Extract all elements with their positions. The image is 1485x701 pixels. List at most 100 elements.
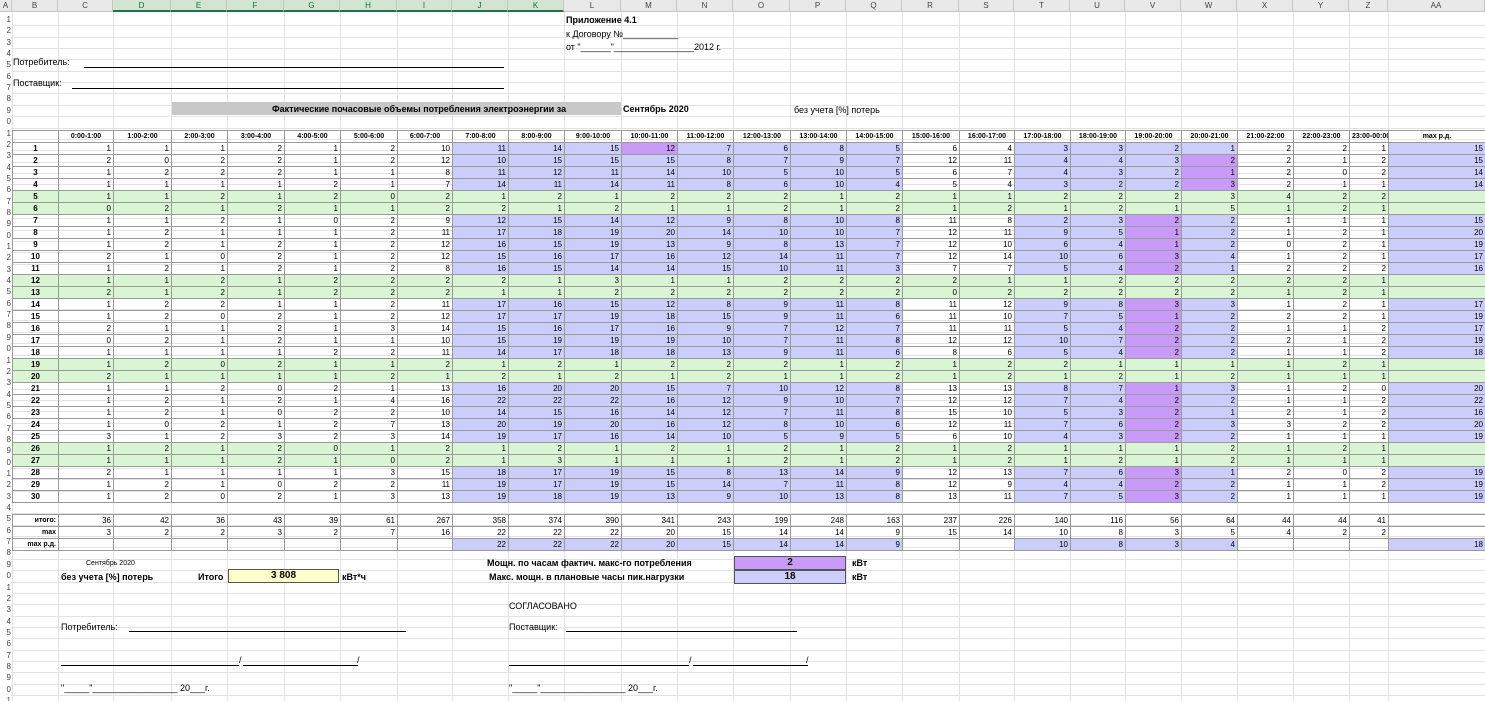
row-header[interactable]: 0 <box>0 684 11 696</box>
hour-value[interactable]: 1 <box>677 274 734 287</box>
hour-value[interactable]: 16 <box>621 394 678 407</box>
hour-value[interactable]: 19 <box>452 490 509 503</box>
hour-value[interactable]: 15 <box>677 310 734 323</box>
hour-value[interactable]: 0 <box>171 310 228 323</box>
hour-value[interactable]: 17 <box>564 322 622 335</box>
hour-value[interactable]: 16 <box>621 418 678 431</box>
hour-value[interactable]: 2 <box>171 418 228 431</box>
hour-value[interactable]: 3 <box>1237 418 1294 431</box>
column-header-Q[interactable]: Q <box>846 0 902 12</box>
hour-value[interactable]: 2 <box>340 214 398 227</box>
hour-value[interactable]: 12 <box>677 406 734 419</box>
hour-value[interactable]: 11 <box>902 214 960 227</box>
hour-value[interactable]: 1 <box>171 406 228 419</box>
hour-value[interactable]: 6 <box>959 346 1015 359</box>
hour-value[interactable]: 2 <box>1125 418 1182 431</box>
hour-value[interactable]: 0 <box>113 418 172 431</box>
hour-value[interactable]: 0 <box>284 214 341 227</box>
hour-value[interactable]: 1 <box>621 370 678 383</box>
hour-value[interactable]: 2 <box>113 394 172 407</box>
hour-value[interactable]: 2 <box>227 310 285 323</box>
hour-value[interactable]: 1 <box>340 442 398 455</box>
hour-value[interactable]: 20 <box>508 382 565 395</box>
hour-value[interactable]: 7 <box>1014 418 1071 431</box>
hour-value[interactable]: 19 <box>621 334 678 347</box>
hour-value[interactable]: 4 <box>1070 238 1126 251</box>
hour-value[interactable]: 1 <box>113 382 172 395</box>
hour-value[interactable]: 18 <box>621 346 678 359</box>
hour-value[interactable]: 1 <box>284 298 341 311</box>
hour-value[interactable]: 9 <box>790 154 847 167</box>
hour-value[interactable]: 3 <box>564 274 622 287</box>
hour-value[interactable]: 11 <box>790 310 847 323</box>
row-header[interactable]: 4 <box>0 275 11 287</box>
hour-value[interactable]: 2 <box>452 202 509 215</box>
hour-value[interactable]: 2 <box>1181 310 1238 323</box>
hour-value[interactable]: 1 <box>508 202 565 215</box>
hour-value[interactable]: 4 <box>1014 166 1071 179</box>
hour-value[interactable]: 2 <box>1070 190 1126 203</box>
column-header-E[interactable]: E <box>171 0 227 12</box>
hour-value[interactable]: 0 <box>227 382 285 395</box>
hour-value[interactable]: 10 <box>733 226 791 239</box>
hour-value[interactable]: 1 <box>340 382 398 395</box>
hour-value[interactable]: 10 <box>397 406 453 419</box>
hour-value[interactable]: 8 <box>1070 298 1126 311</box>
hour-value[interactable]: 20 <box>621 226 678 239</box>
hour-value[interactable]: 12 <box>959 394 1015 407</box>
hour-value[interactable]: 2 <box>1349 166 1389 179</box>
hour-value[interactable]: 1 <box>58 310 114 323</box>
hour-value[interactable]: 2 <box>227 142 285 155</box>
column-header-J[interactable]: J <box>452 0 508 12</box>
hour-value[interactable]: 1 <box>284 262 341 275</box>
hour-value[interactable]: 1 <box>58 454 114 467</box>
hour-value[interactable]: 1 <box>1349 370 1389 383</box>
hour-value[interactable]: 12 <box>677 250 734 263</box>
hour-value[interactable]: 15 <box>508 214 565 227</box>
hour-value[interactable]: 0 <box>227 478 285 491</box>
hour-value[interactable]: 18 <box>452 466 509 479</box>
row-header[interactable]: 5 <box>0 400 11 412</box>
row-header[interactable]: 3 <box>0 264 11 276</box>
hour-value[interactable]: 2 <box>1293 418 1350 431</box>
hour-value[interactable]: 1 <box>902 442 960 455</box>
hour-value[interactable]: 1 <box>227 178 285 191</box>
hour-value[interactable]: 4 <box>846 178 903 191</box>
hour-value[interactable]: 1 <box>171 334 228 347</box>
hour-value[interactable]: 2 <box>1349 190 1389 203</box>
hour-value[interactable]: 19 <box>452 430 509 443</box>
hour-value[interactable]: 3 <box>1125 298 1182 311</box>
hour-value[interactable]: 2 <box>1293 382 1350 395</box>
hour-value[interactable]: 3 <box>1181 298 1238 311</box>
hour-value[interactable]: 0 <box>58 202 114 215</box>
hour-value[interactable]: 7 <box>1070 382 1126 395</box>
hour-value[interactable]: 13 <box>397 418 453 431</box>
hour-value[interactable]: 2 <box>227 238 285 251</box>
hour-value[interactable]: 17 <box>452 226 509 239</box>
hour-value[interactable]: 0 <box>171 250 228 263</box>
hour-value[interactable]: 0 <box>340 454 398 467</box>
hour-value[interactable]: 1 <box>1237 454 1294 467</box>
hour-value[interactable]: 2 <box>397 202 453 215</box>
column-header-L[interactable]: L <box>564 0 621 12</box>
power-value[interactable]: 2 <box>734 556 846 570</box>
column-header-W[interactable]: W <box>1181 0 1237 12</box>
hour-value[interactable]: 2 <box>113 298 172 311</box>
column-header-Z[interactable]: Z <box>1349 0 1388 12</box>
hour-value[interactable]: 7 <box>959 166 1015 179</box>
hour-value[interactable]: 11 <box>790 298 847 311</box>
row-header[interactable]: 6 <box>0 411 11 423</box>
row-header[interactable]: 2 <box>0 139 11 151</box>
hour-value[interactable]: 11 <box>959 418 1015 431</box>
hour-value[interactable]: 2 <box>1181 490 1238 503</box>
row-header[interactable]: 4 <box>0 162 11 174</box>
hour-value[interactable]: 1 <box>677 202 734 215</box>
hour-value[interactable]: 2 <box>1237 154 1294 167</box>
hour-value[interactable]: 15 <box>564 298 622 311</box>
hour-value[interactable]: 13 <box>677 346 734 359</box>
hour-value[interactable]: 14 <box>452 346 509 359</box>
hour-value[interactable]: 1 <box>1125 454 1182 467</box>
hour-value[interactable]: 1 <box>1014 370 1071 383</box>
hour-value[interactable]: 2 <box>564 202 622 215</box>
column-header-M[interactable]: M <box>621 0 677 12</box>
